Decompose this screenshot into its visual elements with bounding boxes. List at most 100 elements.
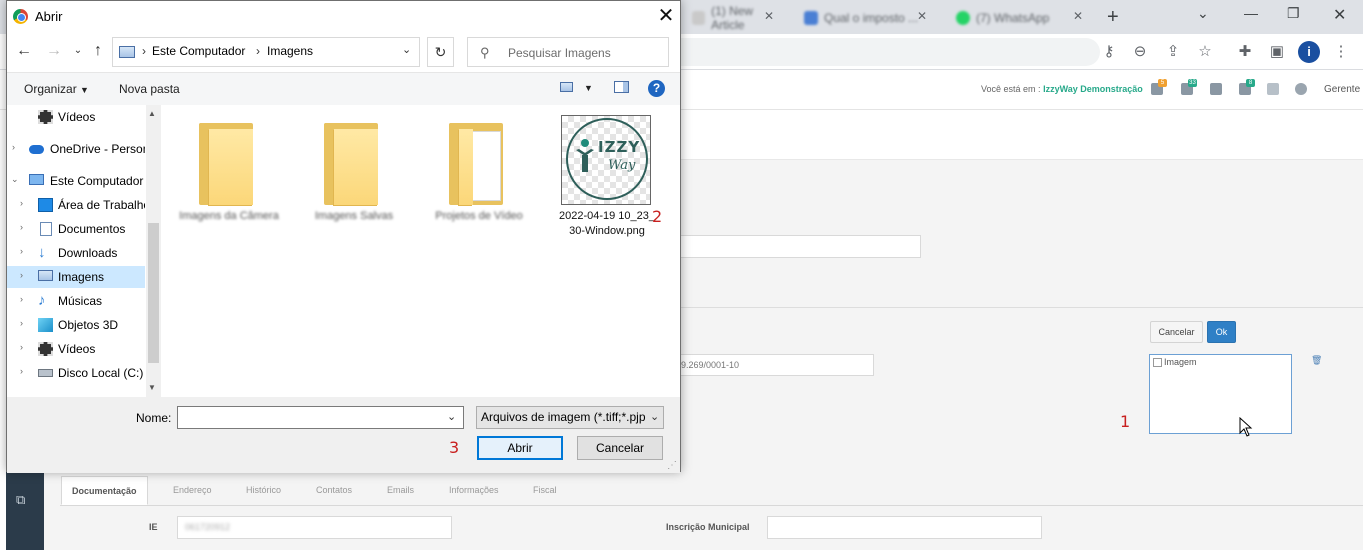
scroll-up-icon[interactable]: ▲ bbox=[148, 109, 156, 118]
chevron-right-icon[interactable]: › bbox=[20, 342, 23, 352]
image-upload-box[interactable]: Imagem bbox=[1149, 354, 1292, 434]
chevron-right-icon[interactable]: › bbox=[20, 270, 23, 280]
folder-imagens-salvas[interactable]: Imagens Salvas bbox=[304, 105, 404, 255]
tab-close-icon[interactable]: ✕ bbox=[917, 9, 927, 23]
chevron-down-icon[interactable]: ⌄ bbox=[650, 410, 659, 423]
tab-informacoes[interactable]: Informações bbox=[439, 476, 509, 505]
tree-item-objetos-3d[interactable]: › Objetos 3D bbox=[7, 314, 145, 336]
caret-down-icon[interactable]: ▼ bbox=[584, 83, 593, 93]
new-folder-button[interactable]: Nova pasta bbox=[119, 82, 180, 96]
tab-close-icon[interactable]: ✕ bbox=[1073, 9, 1083, 23]
refresh-icon[interactable]: ↻ bbox=[427, 37, 454, 67]
tree-item-disco-local[interactable]: › Disco Local (C:) bbox=[7, 362, 145, 384]
zoom-icon[interactable]: ⊖ bbox=[1130, 42, 1150, 62]
copy-icon[interactable]: ⧉ bbox=[16, 492, 30, 507]
plus-icon[interactable]: + bbox=[1107, 7, 1119, 27]
text-field[interactable] bbox=[680, 235, 921, 258]
folder-projetos-de-video[interactable]: Projetos de Vídeo bbox=[429, 105, 529, 255]
up-arrow-icon[interactable]: ↑ bbox=[89, 41, 107, 61]
help-icon[interactable]: ? bbox=[648, 80, 665, 97]
tree-item-videos[interactable]: Vídeos bbox=[7, 106, 145, 128]
browser-tab[interactable]: (7) WhatsApp bbox=[948, 6, 1088, 30]
user-menu[interactable]: Gerente bbox=[1324, 84, 1360, 95]
calendar-icon[interactable] bbox=[1267, 83, 1279, 95]
browser-tab[interactable]: Qual o imposto ... bbox=[796, 6, 936, 30]
location-name[interactable]: IzzyWay Demonstração bbox=[1043, 84, 1143, 94]
broken-image: Imagem bbox=[1153, 357, 1197, 367]
municipal-field[interactable] bbox=[767, 516, 1042, 539]
tab-close-icon[interactable]: ✕ bbox=[764, 9, 774, 23]
close-icon[interactable]: ✕ bbox=[655, 4, 677, 28]
tree-item-imagens[interactable]: › Imagens bbox=[7, 266, 145, 288]
chevron-right-icon[interactable]: › bbox=[20, 318, 23, 328]
restore-icon[interactable]: ❐ bbox=[1287, 5, 1300, 22]
recent-locations-icon[interactable]: ⌄ bbox=[69, 41, 87, 61]
cancel-button[interactable]: Cancelar bbox=[1150, 321, 1203, 343]
file-label: Imagens da Câmera bbox=[179, 210, 279, 222]
logo-text-way: Way bbox=[608, 158, 636, 173]
key-icon[interactable]: ⚷ bbox=[1099, 42, 1119, 62]
dialog-cancel-button[interactable]: Cancelar bbox=[577, 436, 663, 460]
chevron-down-icon[interactable]: ⌄ bbox=[402, 43, 411, 56]
share-icon[interactable]: ⇪ bbox=[1163, 42, 1183, 62]
tree-item-este-computador[interactable]: ⌄ Este Computador bbox=[7, 170, 145, 192]
trash-icon[interactable]: 🗑 bbox=[1311, 355, 1322, 365]
view-options-icon[interactable] bbox=[560, 81, 573, 95]
tab-fiscal[interactable]: Fiscal bbox=[523, 476, 567, 505]
organize-menu[interactable]: Organizar ▼ bbox=[24, 82, 89, 96]
extensions-icon[interactable]: ✚ bbox=[1235, 42, 1255, 62]
search-input[interactable]: ⚲ Pesquisar Imagens bbox=[467, 37, 669, 67]
star-icon[interactable]: ☆ bbox=[1195, 42, 1215, 62]
tree-item-downloads[interactable]: › ↓ Downloads bbox=[7, 242, 145, 264]
scrollbar-thumb[interactable] bbox=[148, 223, 159, 363]
chevron-down-icon[interactable]: ⌄ bbox=[447, 410, 456, 423]
chevron-right-icon[interactable]: › bbox=[142, 44, 146, 58]
back-arrow-icon[interactable]: ← bbox=[15, 41, 33, 61]
tab-search-icon[interactable]: ⌄ bbox=[1197, 5, 1209, 22]
tree-item-videos[interactable]: › Vídeos bbox=[7, 338, 145, 360]
address-breadcrumb[interactable]: › Este Computador › Imagens ⌄ bbox=[112, 37, 420, 67]
chevron-right-icon[interactable]: › bbox=[256, 44, 260, 58]
breadcrumb-imagens[interactable]: Imagens bbox=[267, 44, 313, 58]
menu-icon[interactable]: ⋮ bbox=[1331, 42, 1351, 62]
chevron-right-icon[interactable]: › bbox=[20, 246, 23, 256]
forward-arrow-icon[interactable]: → bbox=[45, 41, 63, 61]
tab-title: (7) WhatsApp bbox=[976, 11, 1050, 25]
address-bar[interactable] bbox=[680, 38, 1100, 66]
notification-badge: 8 bbox=[1246, 79, 1255, 87]
tab-documentacao[interactable]: Documentação bbox=[61, 476, 148, 505]
help-circle-icon[interactable] bbox=[1295, 83, 1307, 95]
window-close-icon[interactable]: ✕ bbox=[1333, 5, 1346, 25]
tab-historico[interactable]: Histórico bbox=[236, 476, 291, 505]
ok-button[interactable]: Ok bbox=[1207, 321, 1236, 343]
chevron-down-icon[interactable]: ⌄ bbox=[11, 174, 19, 185]
folder-imagens-da-camera[interactable]: Imagens da Câmera bbox=[179, 105, 279, 255]
downloads-icon: ↓ bbox=[38, 244, 46, 261]
nav-scrollbar[interactable]: ▲ ▼ bbox=[146, 105, 161, 397]
chevron-right-icon[interactable]: › bbox=[20, 366, 23, 376]
sidepanel-icon[interactable]: ▣ bbox=[1267, 42, 1287, 62]
breadcrumb-este-computador[interactable]: Este Computador bbox=[152, 44, 245, 58]
filename-input[interactable] bbox=[177, 406, 464, 429]
preview-pane-icon[interactable] bbox=[614, 81, 629, 96]
scroll-down-icon[interactable]: ▼ bbox=[148, 383, 156, 392]
tab-endereco[interactable]: Endereço bbox=[163, 476, 222, 505]
minimize-icon[interactable]: — bbox=[1244, 5, 1258, 21]
tree-item-onedrive[interactable]: › OneDrive - Person bbox=[7, 138, 145, 160]
tree-item-documentos[interactable]: › Documentos bbox=[7, 218, 145, 240]
chevron-right-icon[interactable]: › bbox=[20, 198, 23, 208]
avatar[interactable]: i bbox=[1298, 41, 1320, 63]
tab-emails[interactable]: Emails bbox=[377, 476, 424, 505]
image-thumbnail[interactable]: IZZY Way bbox=[561, 115, 651, 205]
file-label-png[interactable]: 2022-04-19 10_23_30-Window.png bbox=[557, 209, 657, 239]
open-button[interactable]: Abrir bbox=[477, 436, 563, 460]
tree-item-area-de-trabalho[interactable]: › Área de Trabalho bbox=[7, 194, 145, 216]
tab-contatos[interactable]: Contatos bbox=[306, 476, 362, 505]
tree-item-musicas[interactable]: › ♪ Músicas bbox=[7, 290, 145, 312]
chevron-right-icon[interactable]: › bbox=[12, 142, 15, 152]
resize-grip-icon[interactable]: ⋰ bbox=[667, 460, 677, 471]
chevron-right-icon[interactable]: › bbox=[20, 222, 23, 232]
file-type-select[interactable]: Arquivos de imagem (*.tiff;*.pjp bbox=[476, 406, 664, 429]
chevron-right-icon[interactable]: › bbox=[20, 294, 23, 304]
list-icon[interactable] bbox=[1210, 83, 1222, 95]
